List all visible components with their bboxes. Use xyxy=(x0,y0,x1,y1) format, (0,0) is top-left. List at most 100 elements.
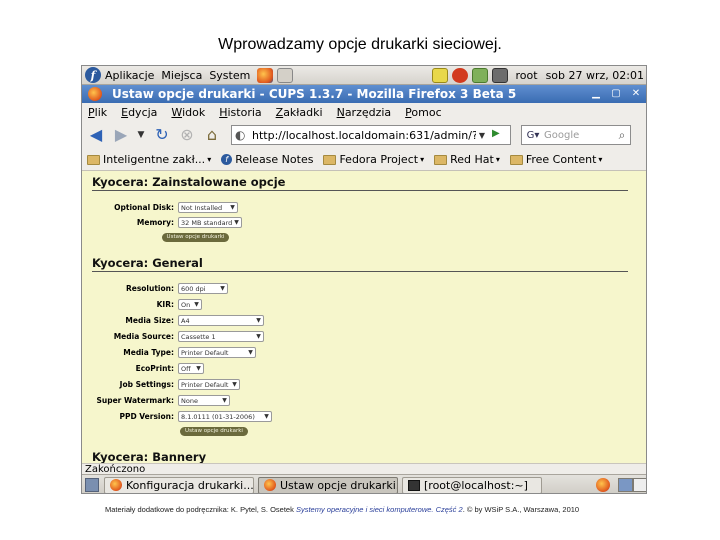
media-type-select[interactable]: Printer Default ▼ xyxy=(178,347,256,358)
chevron-down-icon: ▼ xyxy=(230,204,235,211)
select-value: 8.1.0111 (01-31-2006) xyxy=(181,412,255,421)
site-identity-icon[interactable]: ◐ xyxy=(235,128,249,142)
search-engine-icon[interactable]: G▾ xyxy=(522,130,544,141)
option-row-resolution: Resolution: 600 dpi ▼ xyxy=(82,282,646,295)
back-arrow-icon[interactable]: ◀ xyxy=(86,125,106,145)
update-alert-icon[interactable] xyxy=(451,67,468,83)
bookmarks-toolbar: Inteligentne zakł... ▾ f Release Notes F… xyxy=(82,149,646,171)
page-content: Kyocera: Zainstalowane opcje Optional Di… xyxy=(82,171,646,463)
firefox-launcher-icon[interactable] xyxy=(257,67,274,83)
forward-arrow-icon[interactable]: ▶ xyxy=(111,125,131,145)
maximize-button[interactable]: ▢ xyxy=(608,87,624,101)
notes-icon[interactable] xyxy=(431,67,448,83)
footer-suffix: . © by WSiP S.A., Warszawa, 2010 xyxy=(462,505,580,514)
menu-system[interactable]: System xyxy=(209,69,250,82)
option-label: Optional Disk: xyxy=(114,203,174,212)
option-row-media-size: Media Size: A4 ▼ xyxy=(82,314,646,327)
show-desktop-icon[interactable] xyxy=(85,478,99,492)
option-label: KIR: xyxy=(156,300,174,309)
firefox-window-icon[interactable] xyxy=(88,87,102,101)
option-label: Resolution: xyxy=(125,284,174,293)
stop-icon[interactable]: ⊗ xyxy=(177,125,197,145)
footer-book-title: Systemy operacyjne i sieci komputerowe. … xyxy=(295,505,463,514)
navigation-toolbar: ◀ ▶ ▼ ↻ ⊗ ⌂ ◐ http://localhost.localdoma… xyxy=(82,121,646,149)
slide-title: Wprowadzamy opcje drukarki sieciowej. xyxy=(218,36,502,53)
url-dropdown-icon[interactable]: ▼ xyxy=(476,131,488,140)
bookmark-label: Red Hat xyxy=(450,153,494,166)
menu-bookmarks[interactable]: Zakładki xyxy=(276,106,323,119)
go-arrow-icon[interactable]: ▶ xyxy=(492,128,506,142)
select-value: Off xyxy=(181,364,191,373)
printer-status-icon[interactable] xyxy=(471,67,488,83)
fedora-logo-icon[interactable]: f xyxy=(85,67,101,83)
option-row-media-type: Media Type: Printer Default ▼ xyxy=(82,346,646,359)
menu-places[interactable]: Miejsca xyxy=(161,69,202,82)
url-bar[interactable]: ◐ http://localhost.localdomain:631/admin… xyxy=(231,125,511,145)
window-titlebar[interactable]: Ustaw opcje drukarki - CUPS 1.3.7 - Mozi… xyxy=(82,85,646,103)
task-printer-config[interactable]: Konfiguracja drukarki... xyxy=(104,476,254,493)
search-magnifier-icon[interactable]: ⌕ xyxy=(614,128,630,143)
search-bar[interactable]: G▾ Google ⌕ xyxy=(521,125,631,145)
super-watermark-select[interactable]: None ▼ xyxy=(178,395,230,406)
menu-file[interactable]: Plik xyxy=(88,106,107,119)
chevron-down-icon: ▾ xyxy=(495,155,500,164)
option-label: Media Type: xyxy=(123,348,174,357)
optional-disk-select[interactable]: Not Installed ▼ xyxy=(178,202,238,213)
menubar: Plik Edycja Widok Historia Zakładki Narz… xyxy=(82,103,646,121)
network-icon[interactable] xyxy=(491,67,508,83)
minimize-button[interactable]: ▁ xyxy=(588,87,604,101)
media-source-select[interactable]: Cassette 1 ▼ xyxy=(178,331,264,342)
section-heading-installed-options: Kyocera: Zainstalowane opcje xyxy=(92,175,628,191)
search-input[interactable]: Google xyxy=(544,130,614,141)
bookmark-smart-folders[interactable]: Inteligentne zakł... ▾ xyxy=(87,153,211,166)
resolution-select[interactable]: 600 dpi ▼ xyxy=(178,283,228,294)
close-button[interactable]: ✕ xyxy=(628,87,644,101)
footer-prefix: Materiały dodatkowe do podręcznika: K. P… xyxy=(105,505,294,514)
bookmark-red-hat[interactable]: Red Hat ▾ xyxy=(434,153,500,166)
section-heading-general: Kyocera: General xyxy=(92,256,628,272)
workspace-switcher[interactable] xyxy=(618,478,646,492)
option-row-media-source: Media Source: Cassette 1 ▼ xyxy=(82,330,646,343)
bookmark-release-notes[interactable]: f Release Notes xyxy=(221,153,313,166)
menu-edit[interactable]: Edycja xyxy=(121,106,157,119)
menu-applications[interactable]: Aplikacje xyxy=(105,69,154,82)
ppd-version-select[interactable]: 8.1.0111 (01-31-2006) ▼ xyxy=(178,411,272,422)
media-size-select[interactable]: A4 ▼ xyxy=(178,315,264,326)
folder-icon xyxy=(434,154,448,165)
option-label: Memory: xyxy=(136,218,174,227)
set-printer-options-button-2[interactable]: Ustaw opcje drukarki xyxy=(180,427,248,436)
select-value: On xyxy=(181,300,191,309)
home-icon[interactable]: ⌂ xyxy=(202,125,222,145)
menu-view[interactable]: Widok xyxy=(171,106,205,119)
set-printer-options-button-1[interactable]: Ustaw opcje drukarki xyxy=(162,233,229,242)
ecoprint-select[interactable]: Off ▼ xyxy=(178,363,204,374)
option-label: Super Watermark: xyxy=(96,396,174,405)
task-terminal[interactable]: [root@localhost:~] xyxy=(402,476,542,493)
menu-history[interactable]: Historia xyxy=(219,106,261,119)
folder-icon xyxy=(323,154,337,165)
terminal-icon xyxy=(408,479,420,491)
firefox-icon xyxy=(264,479,276,491)
reload-icon[interactable]: ↻ xyxy=(152,125,172,145)
url-input[interactable]: http://localhost.localdomain:631/admin/?… xyxy=(252,129,476,142)
kir-select[interactable]: On ▼ xyxy=(178,299,202,310)
workspace-1[interactable] xyxy=(618,478,633,492)
panel-clock[interactable]: sob 27 wrz, 02:01 xyxy=(546,69,644,82)
menu-tools[interactable]: Narzędzia xyxy=(337,106,392,119)
gnome-top-panel: f Aplikacje Miejsca System root sob 27 w… xyxy=(82,66,646,85)
menu-help[interactable]: Pomoc xyxy=(405,106,441,119)
select-value: Not Installed xyxy=(181,203,223,212)
firefox-icon xyxy=(110,479,122,491)
tray-firefox-icon[interactable] xyxy=(596,478,610,492)
option-row-job-settings: Job Settings: Printer Default ▼ xyxy=(82,378,646,391)
mail-launcher-icon[interactable] xyxy=(277,67,294,83)
task-set-printer-options[interactable]: Ustaw opcje drukarki... xyxy=(258,476,398,493)
job-settings-select[interactable]: Printer Default ▼ xyxy=(178,379,240,390)
bookmark-free-content[interactable]: Free Content ▾ xyxy=(509,153,602,166)
option-label: Media Source: xyxy=(113,332,174,341)
fedora-icon: f xyxy=(221,154,233,165)
bookmark-fedora-project[interactable]: Fedora Project ▾ xyxy=(323,153,424,166)
history-dropdown-icon[interactable]: ▼ xyxy=(136,125,146,145)
workspace-2[interactable] xyxy=(633,478,646,492)
memory-select[interactable]: 32 MB standard ▼ xyxy=(178,217,242,228)
